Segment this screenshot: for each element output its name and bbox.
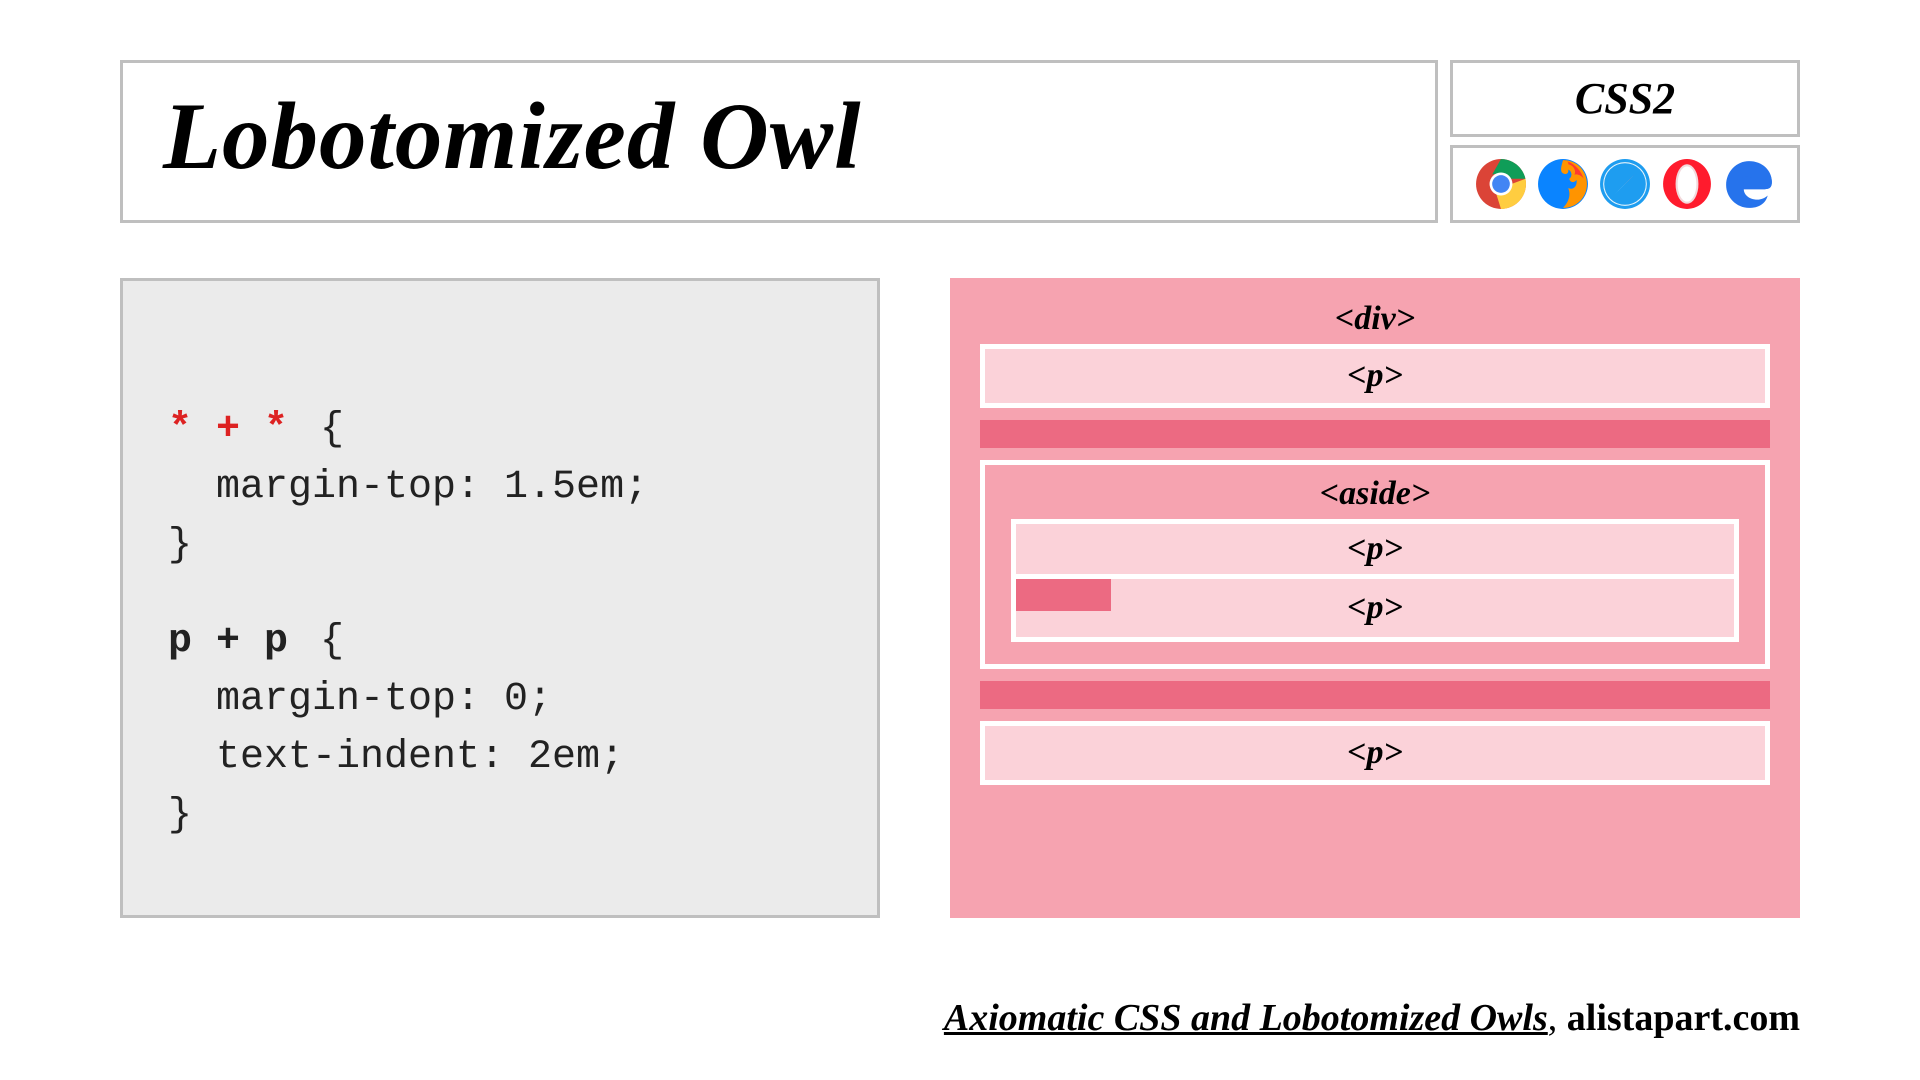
diagram-aside-label: <aside> <box>1011 475 1739 513</box>
diagram-p-label: <p> <box>1347 734 1403 771</box>
code-example: * + * { margin-top: 1.5em; } p + p { mar… <box>120 278 880 918</box>
diagram-p-label: <p> <box>1016 579 1734 637</box>
code-brace-close-2: } <box>168 793 192 838</box>
reference-source: alistapart.com <box>1567 997 1800 1039</box>
chrome-icon <box>1475 158 1527 210</box>
diagram-div-label: <div> <box>980 300 1770 338</box>
code-brace-open-2: { <box>320 619 344 664</box>
firefox-icon <box>1537 158 1589 210</box>
diagram-margin-spacer-1 <box>980 420 1770 448</box>
code-rule-1: * + * { margin-top: 1.5em; } <box>168 401 832 575</box>
css-version-box: CSS2 <box>1450 60 1800 137</box>
content-row: * + * { margin-top: 1.5em; } p + p { mar… <box>120 278 1800 918</box>
diagram-aside-p-1: <p> <box>1011 519 1739 579</box>
diagram-p-box-2: <p> <box>980 721 1770 785</box>
diagram-p-label: <p> <box>1347 357 1403 394</box>
code-line-2-2: text-indent: 2em; <box>168 729 832 787</box>
diagram-margin-spacer-2 <box>980 681 1770 709</box>
code-line-1-1: margin-top: 1.5em; <box>168 459 832 517</box>
opera-icon <box>1661 158 1713 210</box>
diagram-p-box-1: <p> <box>980 344 1770 408</box>
code-selector-2: p + p <box>168 619 288 664</box>
code-line-2-1: margin-top: 0; <box>168 671 832 729</box>
reference-separator: , <box>1548 997 1567 1039</box>
title-box: Lobotomized Owl <box>120 60 1438 223</box>
slide: Lobotomized Owl CSS2 <box>0 0 1920 1080</box>
code-selector-1: * + * <box>168 407 288 452</box>
safari-icon <box>1599 158 1651 210</box>
code-rule-2: p + p { margin-top: 0; text-indent: 2em;… <box>168 613 832 845</box>
css-version-label: CSS2 <box>1575 73 1675 124</box>
edge-icon <box>1723 158 1775 210</box>
header-row: Lobotomized Owl CSS2 <box>120 60 1800 223</box>
slide-title: Lobotomized Owl <box>163 81 1395 191</box>
meta-column: CSS2 <box>1450 60 1800 223</box>
footer-reference: Axiomatic CSS and Lobotomized Owls, alis… <box>944 996 1800 1040</box>
layout-diagram: <div> <p> <aside> <p> <p> <p> <box>950 278 1800 918</box>
reference-title: Axiomatic CSS and Lobotomized Owls <box>944 997 1548 1039</box>
diagram-aside-p-2: <p> <box>1011 579 1739 642</box>
diagram-aside-box: <aside> <p> <p> <box>980 460 1770 669</box>
code-brace-open-1: { <box>320 407 344 452</box>
browser-support-box <box>1450 145 1800 223</box>
code-brace-close-1: } <box>168 523 192 568</box>
diagram-p-label: <p> <box>1347 530 1403 567</box>
